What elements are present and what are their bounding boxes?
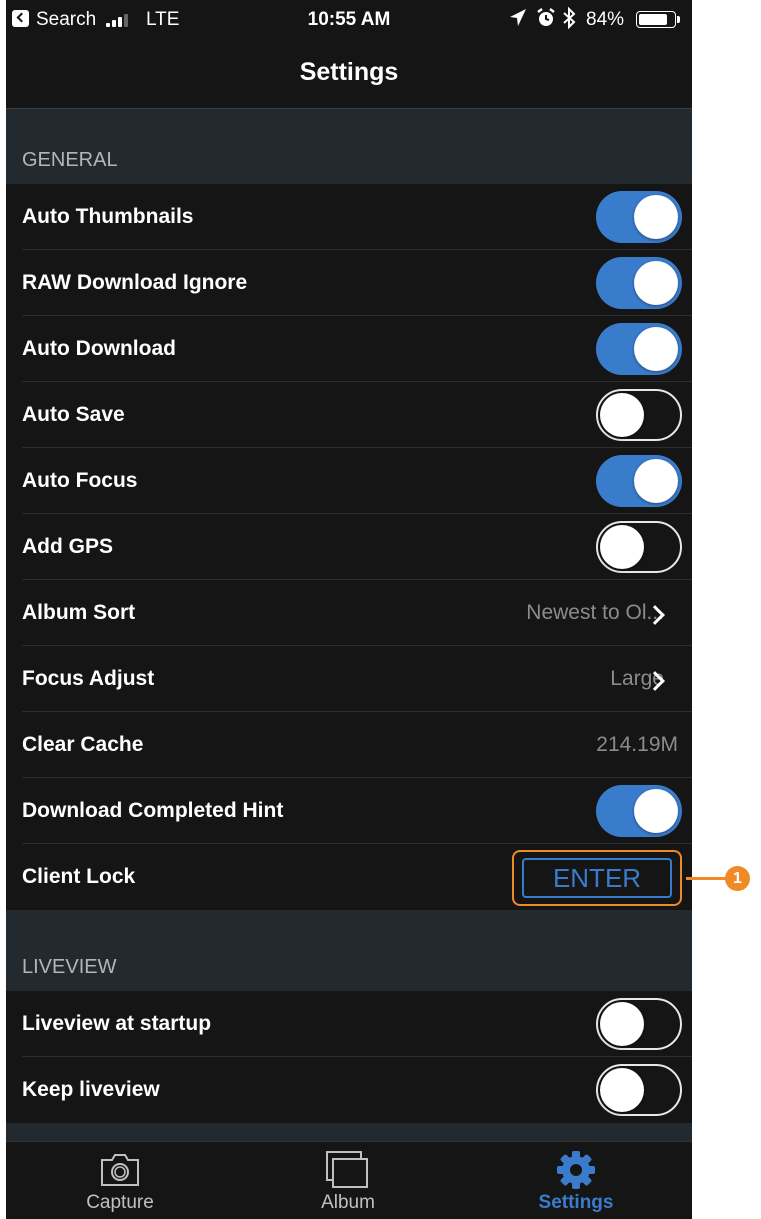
navigation-bar: Settings xyxy=(6,40,692,109)
section-header-liveview: LIVEVIEW xyxy=(6,910,692,991)
toggle-knob xyxy=(634,261,678,305)
auto-save-toggle[interactable] xyxy=(596,389,682,441)
toggle-knob xyxy=(600,393,644,437)
tab-album-label: Album xyxy=(321,1192,375,1213)
row-album-sort[interactable]: Album Sort Newest to Ol... xyxy=(6,580,692,646)
toggle-knob xyxy=(634,789,678,833)
keep-liveview-label: Keep liveview xyxy=(22,1078,160,1101)
client-lock-label: Client Lock xyxy=(22,865,136,888)
battery-fill xyxy=(639,14,667,25)
toggle-knob xyxy=(634,459,678,503)
auto-save-label: Auto Save xyxy=(22,403,125,426)
row-focus-adjust[interactable]: Focus Adjust Large xyxy=(6,646,692,712)
tab-settings[interactable]: Settings xyxy=(462,1142,690,1219)
enter-button[interactable]: ENTER xyxy=(522,858,672,898)
clear-cache-label: Clear Cache xyxy=(22,733,144,756)
toggle-knob xyxy=(600,525,644,569)
battery-percent: 84% xyxy=(586,9,625,30)
callout-number-badge: 1 xyxy=(725,866,750,891)
section-footer xyxy=(6,1123,692,1141)
page-title: Settings xyxy=(299,58,399,86)
download-completed-hint-label: Download Completed Hint xyxy=(22,799,284,822)
raw-download-ignore-toggle[interactable] xyxy=(596,257,682,309)
battery-tip xyxy=(677,16,680,23)
auto-download-label: Auto Download xyxy=(22,337,176,360)
auto-download-toggle[interactable] xyxy=(596,323,682,375)
row-liveview-at-startup[interactable]: Liveview at startup xyxy=(6,991,692,1057)
row-auto-download[interactable]: Auto Download xyxy=(6,316,692,382)
keep-liveview-toggle[interactable] xyxy=(596,1064,682,1116)
location-arrow-icon xyxy=(510,9,526,26)
focus-adjust-label: Focus Adjust xyxy=(22,667,155,690)
row-client-lock: Client Lock ENTER xyxy=(6,844,692,910)
tab-album[interactable]: Album xyxy=(234,1142,462,1219)
tab-bar: Capture Album Settings xyxy=(6,1141,692,1219)
section-header-liveview-label: LIVEVIEW xyxy=(22,956,117,978)
row-raw-download-ignore[interactable]: RAW Download Ignore xyxy=(6,250,692,316)
toggle-knob xyxy=(600,1068,644,1112)
tab-settings-label: Settings xyxy=(538,1192,614,1213)
album-sort-label: Album Sort xyxy=(22,601,136,624)
toggle-knob xyxy=(600,1002,644,1046)
section-header-general: GENERAL xyxy=(6,109,692,184)
row-clear-cache[interactable]: Clear Cache 214.19M xyxy=(6,712,692,778)
auto-thumbnails-label: Auto Thumbnails xyxy=(22,205,194,228)
alarm-icon xyxy=(537,8,555,26)
row-keep-liveview[interactable]: Keep liveview xyxy=(6,1057,692,1123)
tab-capture-label: Capture xyxy=(86,1192,154,1213)
section-header-general-label: GENERAL xyxy=(22,149,118,171)
liveview-at-startup-label: Liveview at startup xyxy=(22,1012,212,1035)
add-gps-label: Add GPS xyxy=(22,535,114,558)
row-auto-thumbnails[interactable]: Auto Thumbnails xyxy=(6,184,692,250)
row-auto-save[interactable]: Auto Save xyxy=(6,382,692,448)
battery-icon xyxy=(636,11,676,28)
toggle-knob xyxy=(634,195,678,239)
liveview-at-startup-toggle[interactable] xyxy=(596,998,682,1050)
gear-icon xyxy=(557,1151,595,1189)
raw-download-ignore-label: RAW Download Ignore xyxy=(22,271,248,294)
row-add-gps[interactable]: Add GPS xyxy=(6,514,692,580)
auto-focus-label: Auto Focus xyxy=(22,469,138,492)
clear-cache-value: 214.19M xyxy=(596,733,678,756)
auto-thumbnails-toggle[interactable] xyxy=(596,191,682,243)
row-auto-focus[interactable]: Auto Focus xyxy=(6,448,692,514)
enter-button-highlight: ENTER xyxy=(512,850,682,906)
row-download-completed-hint[interactable]: Download Completed Hint xyxy=(6,778,692,844)
callout-line xyxy=(686,877,726,880)
status-bar: Search LTE 10:55 AM 84% xyxy=(6,0,692,40)
bluetooth-icon xyxy=(563,7,576,29)
add-gps-toggle[interactable] xyxy=(596,521,682,573)
download-completed-hint-toggle[interactable] xyxy=(596,785,682,837)
tab-capture[interactable]: Capture xyxy=(6,1142,234,1219)
album-icon xyxy=(326,1151,368,1188)
auto-focus-toggle[interactable] xyxy=(596,455,682,507)
phone-screen: Search LTE 10:55 AM 84% Settings GENERAL… xyxy=(6,0,692,1219)
album-sort-value: Newest to Ol... xyxy=(526,601,664,624)
toggle-knob xyxy=(634,327,678,371)
camera-icon xyxy=(101,1154,139,1186)
